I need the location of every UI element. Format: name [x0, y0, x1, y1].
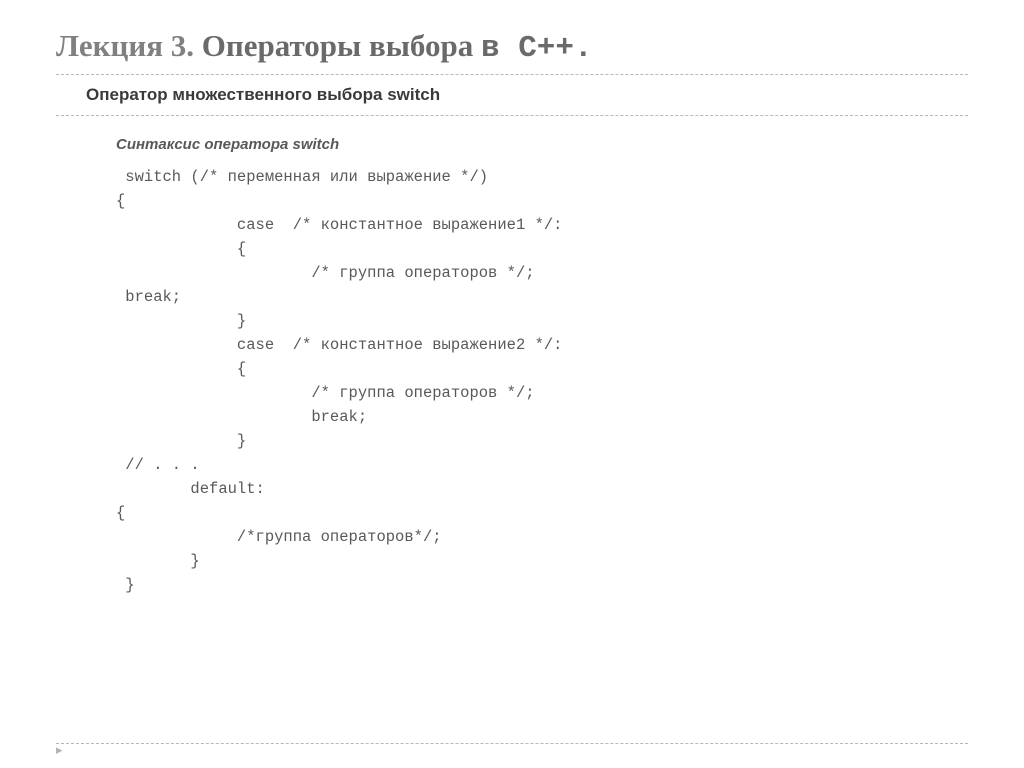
title-part1: Лекция 3.	[56, 28, 202, 63]
code-block: switch (/* переменная или выражение */) …	[116, 165, 968, 597]
slide: Лекция 3. Операторы выбора в С++. Операт…	[0, 0, 1024, 768]
slide-title: Лекция 3. Операторы выбора в С++.	[56, 28, 968, 66]
divider-under-subtitle	[56, 115, 968, 116]
footer-marker-icon: ▸	[56, 742, 63, 758]
slide-subtitle: Оператор множественного выбора switch	[86, 85, 968, 105]
divider-footer	[56, 743, 968, 744]
title-part2: Операторы выбора	[202, 28, 481, 63]
syntax-label: Синтаксис оператора switch	[116, 136, 968, 153]
title-part3: в С++.	[481, 31, 593, 66]
divider-top	[56, 74, 968, 75]
